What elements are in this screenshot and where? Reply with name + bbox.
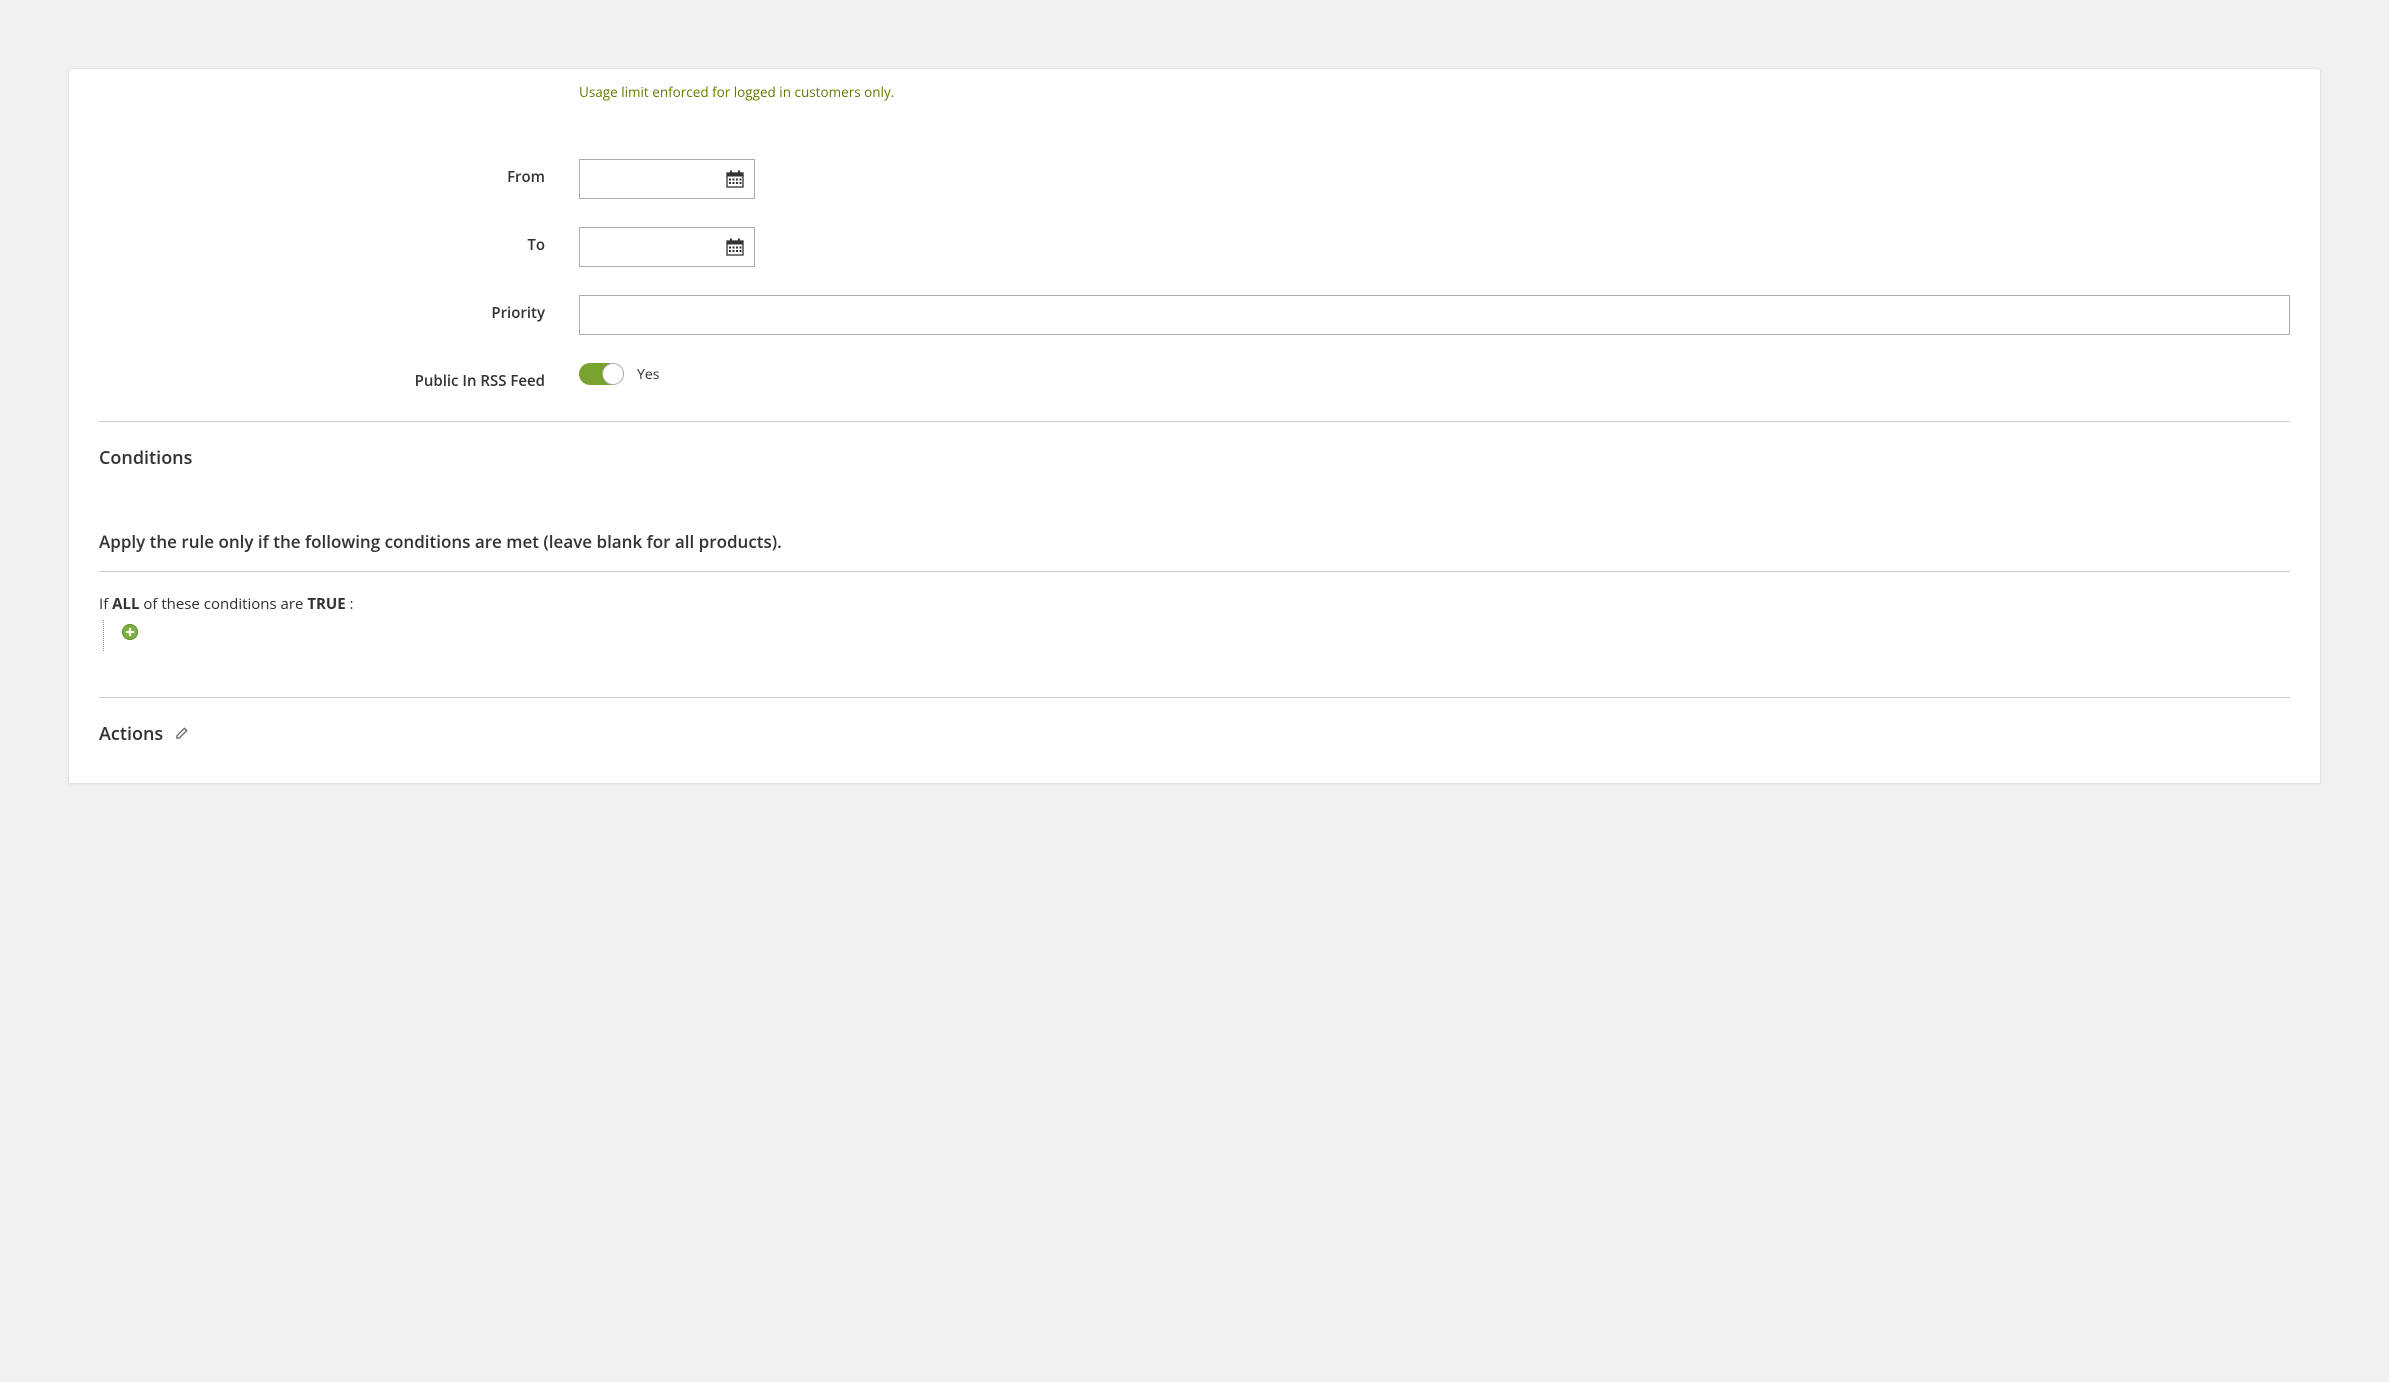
- cond-value-link[interactable]: TRUE: [307, 594, 345, 614]
- actions-section-header: Actions: [99, 698, 2290, 772]
- rss-toggle[interactable]: [579, 363, 623, 385]
- usage-note-row: Usage limit enforced for logged in custo…: [99, 69, 2290, 131]
- conditions-intro: Apply the rule only if the following con…: [99, 530, 2290, 572]
- cond-pre: If: [99, 594, 112, 614]
- conditions-title: Conditions: [99, 422, 2290, 496]
- pencil-icon[interactable]: [175, 722, 190, 746]
- calendar-icon[interactable]: [716, 228, 754, 266]
- priority-input[interactable]: [579, 295, 2290, 335]
- priority-row: Priority: [99, 295, 2290, 335]
- cond-aggregator-link[interactable]: ALL: [112, 594, 139, 614]
- empty-label: [99, 69, 579, 77]
- from-date-wrapper: [579, 159, 755, 199]
- rss-toggle-wrap: Yes: [579, 363, 659, 385]
- priority-label: Priority: [99, 295, 579, 323]
- form-panel: Usage limit enforced for logged in custo…: [68, 68, 2321, 784]
- calendar-icon[interactable]: [716, 160, 754, 198]
- to-row: To: [99, 227, 2290, 267]
- from-date-input[interactable]: [580, 160, 716, 198]
- usage-limit-note: Usage limit enforced for logged in custo…: [579, 83, 2290, 101]
- add-condition-icon[interactable]: [122, 624, 138, 640]
- to-date-input[interactable]: [580, 228, 716, 266]
- conditions-sentence: If ALL of these conditions are TRUE :: [99, 572, 2290, 620]
- conditions-block: If ALL of these conditions are TRUE :: [99, 572, 2290, 651]
- toggle-knob: [602, 363, 624, 385]
- from-row: From: [99, 159, 2290, 199]
- rss-row: Public In RSS Feed Yes: [99, 363, 2290, 391]
- cond-mid: of these conditions are: [139, 594, 307, 614]
- to-date-wrapper: [579, 227, 755, 267]
- rss-toggle-value: Yes: [637, 365, 659, 384]
- actions-title: Actions: [99, 722, 163, 746]
- from-label: From: [99, 159, 579, 187]
- cond-post: :: [346, 594, 354, 614]
- condition-children: [103, 620, 2290, 651]
- to-label: To: [99, 227, 579, 255]
- rss-label: Public In RSS Feed: [99, 363, 579, 391]
